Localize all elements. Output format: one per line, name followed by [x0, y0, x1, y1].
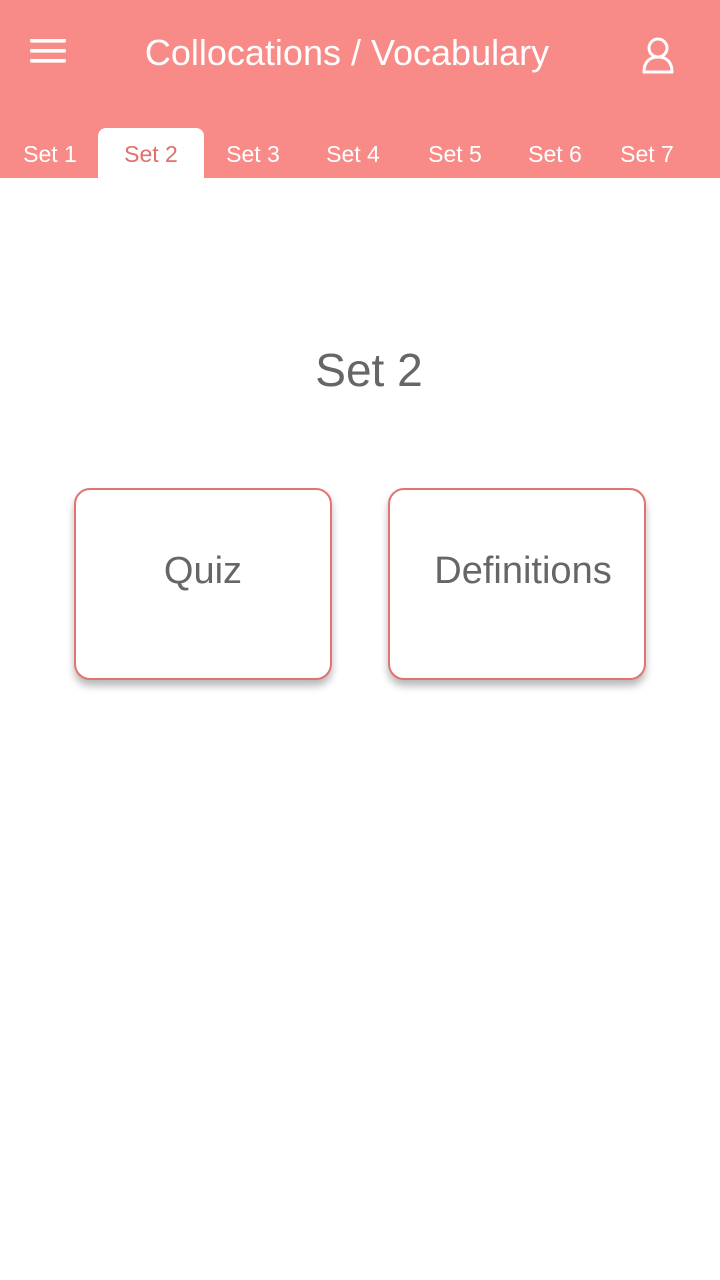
tab-set-6[interactable]: Set 6 — [505, 128, 605, 178]
quiz-button[interactable]: Quiz — [74, 488, 332, 680]
definitions-button[interactable]: Definitions — [388, 488, 646, 680]
tab-set-3[interactable]: Set 3 — [203, 128, 303, 178]
app-title: Collocations / Vocabulary — [144, 32, 550, 73]
tab-set-7[interactable]: Set 7 — [597, 128, 697, 178]
user-profile-button[interactable] — [636, 34, 682, 80]
set-tabs: Set 1 Set 2 Set 3 Set 4 Set 5 Set 6 Set … — [0, 128, 720, 178]
user-profile-icon — [636, 34, 682, 80]
tab-set-1[interactable]: Set 1 — [0, 128, 100, 178]
quiz-label: Quiz — [163, 550, 243, 592]
tab-set-2[interactable]: Set 2 — [98, 128, 204, 178]
tab-set-5[interactable]: Set 5 — [405, 128, 505, 178]
app-bar: Collocations / Vocabulary Set 1 Set 2 Se… — [0, 0, 720, 178]
set-heading: Set 2 — [315, 344, 423, 396]
definitions-label: Definitions — [434, 550, 612, 592]
tab-set-4[interactable]: Set 4 — [303, 128, 403, 178]
